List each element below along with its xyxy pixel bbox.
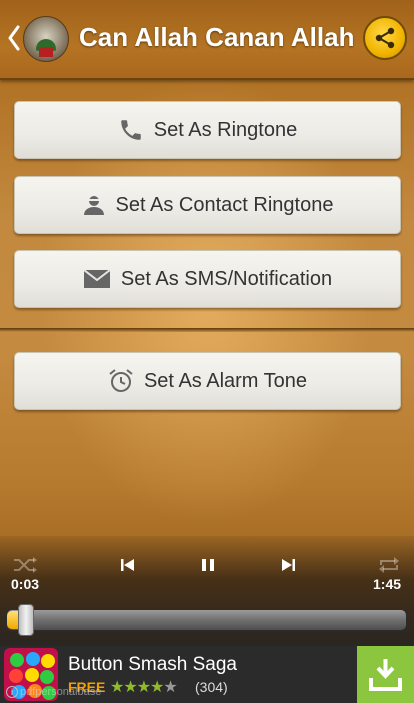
set-ringtone-button[interactable]: Set As Ringtone [14, 101, 401, 159]
previous-icon[interactable] [121, 557, 135, 573]
elapsed-time: 0:03 [11, 576, 40, 592]
share-button[interactable] [363, 16, 407, 60]
ad-rating-stars: ★★★★★ [110, 677, 178, 697]
set-alarm-tone-label: Set As Alarm Tone [143, 369, 308, 392]
total-time: 1:45 [373, 576, 402, 592]
set-contact-ringtone-label: Set As Contact Ringtone [115, 193, 334, 216]
set-sms-notification-label: Set As SMS/Notification [120, 267, 333, 290]
star-icon: ★ [163, 679, 177, 696]
ad-review-count: (304) [195, 679, 228, 695]
contact-icon [82, 193, 106, 217]
star-icon: ★ [123, 679, 137, 696]
star-icon: ★ [150, 679, 164, 696]
ad-source: pdfpersonalbase [20, 686, 102, 698]
page-title: Can Allah Canan Allah [79, 22, 355, 52]
set-ringtone-label: Set As Ringtone [153, 118, 298, 141]
download-icon [369, 659, 402, 691]
next-icon[interactable] [281, 557, 295, 573]
set-contact-ringtone-button[interactable]: Set As Contact Ringtone [14, 176, 401, 234]
alarm-clock-icon [108, 368, 134, 394]
envelope-icon [83, 268, 111, 290]
star-icon: ★ [110, 679, 124, 696]
set-sms-notification-button[interactable]: Set As SMS/Notification [14, 250, 401, 308]
share-icon [375, 27, 395, 49]
set-alarm-tone-button[interactable]: Set As Alarm Tone [14, 352, 401, 410]
ad-download-button[interactable] [357, 646, 414, 703]
ad-info-icon[interactable]: i [6, 686, 18, 698]
repeat-icon[interactable] [378, 557, 400, 573]
ad-title: Button Smash Saga [68, 654, 237, 675]
phone-icon [118, 117, 144, 143]
star-icon: ★ [136, 679, 151, 696]
shuffle-icon[interactable] [13, 557, 37, 573]
seek-bar[interactable] [6, 609, 407, 631]
seek-bar-thumb[interactable] [17, 604, 34, 636]
app-avatar[interactable] [23, 16, 69, 62]
chevron-left-icon[interactable] [7, 25, 21, 51]
section-divider [0, 328, 414, 332]
avatar-detail [39, 47, 53, 57]
pause-icon[interactable] [200, 557, 216, 573]
